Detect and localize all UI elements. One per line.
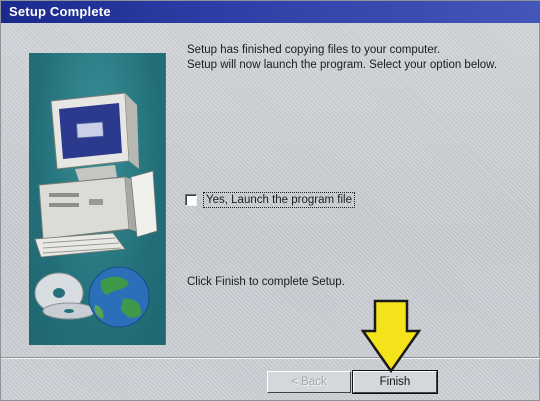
globe-icon <box>88 266 150 328</box>
setup-dialog: Setup Complete Setup has finished copyin… <box>0 0 540 401</box>
down-arrow-icon <box>361 299 421 374</box>
launch-checkbox-label[interactable]: Yes, Launch the program file <box>203 192 355 208</box>
finish-instruction: Click Finish to complete Setup. <box>187 276 345 288</box>
setup-illustration <box>29 53 166 345</box>
back-button[interactable]: < Back <box>267 371 351 393</box>
separator <box>1 357 540 359</box>
completion-message: Setup has finished copying files to your… <box>187 43 527 73</box>
launch-checkbox[interactable] <box>185 194 197 206</box>
cd-disc-icon <box>34 272 96 320</box>
launch-option[interactable]: Yes, Launch the program file <box>185 191 355 209</box>
computer-icon <box>34 92 158 258</box>
message-line-1: Setup has finished copying files to your… <box>187 44 441 56</box>
window-title: Setup Complete <box>1 1 540 23</box>
message-line-2: Setup will now launch the program. Selec… <box>187 59 498 71</box>
